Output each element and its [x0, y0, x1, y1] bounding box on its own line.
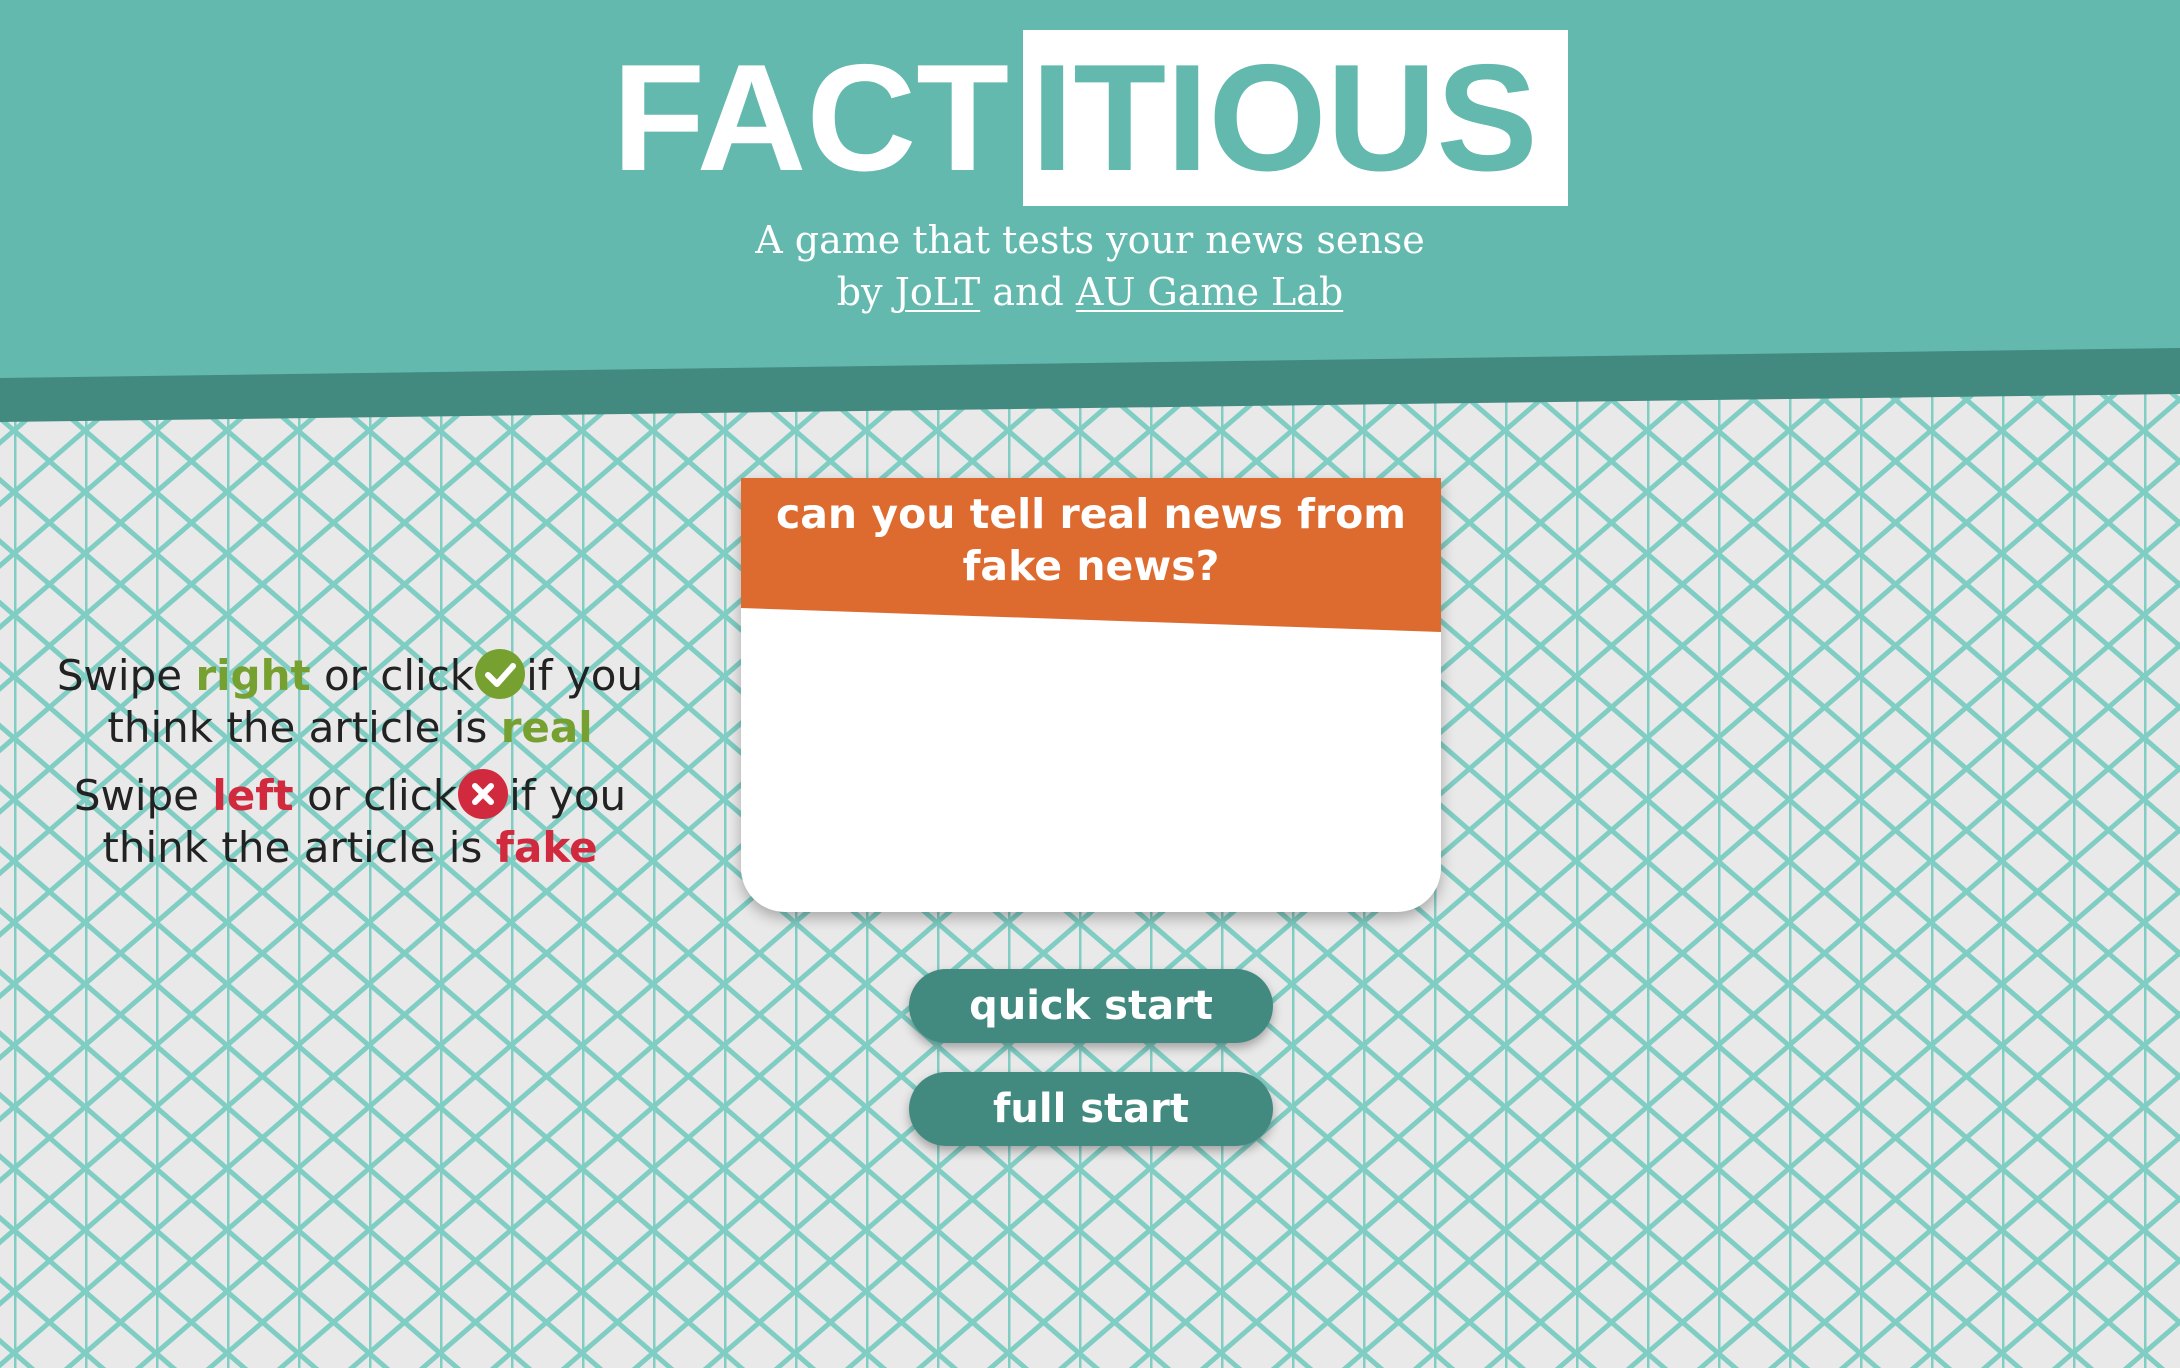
or-click-text: or click	[323, 651, 475, 700]
credits-line: by JoLT and AU Game Lab	[0, 266, 2180, 318]
instruction-fake: Swipe left or click if you think the arti…	[20, 768, 680, 874]
jolt-link[interactable]: JoLT	[895, 270, 981, 314]
think-text: think the article is	[102, 823, 483, 872]
or-click-text: or click	[306, 771, 458, 820]
instruction-real: Swipe right or click if you think the art…	[20, 648, 680, 754]
swipe-text: Swipe	[73, 771, 200, 820]
verdict-fake: fake	[495, 823, 598, 872]
logo-text-itious: ITIOUS	[1023, 30, 1568, 206]
if-you-text: if you	[509, 771, 627, 820]
credit-by: by	[836, 270, 883, 314]
quick-start-button[interactable]: quick start	[909, 969, 1273, 1043]
credit-and: and	[992, 270, 1064, 314]
card-title: can you tell real news from fake news?	[775, 490, 1407, 590]
verdict-real: real	[500, 703, 593, 752]
au-game-lab-link[interactable]: AU Game Lab	[1076, 270, 1343, 314]
x-circle-icon	[458, 769, 509, 819]
logo-text-fact: FACT	[612, 33, 1010, 203]
logo: FACT ITIOUS	[0, 30, 2180, 206]
if-you-text: if you	[526, 651, 644, 700]
swipe-text: Swipe	[56, 651, 183, 700]
think-text: think the article is	[107, 703, 488, 752]
direction-right: right	[195, 651, 311, 700]
header-banner: FACT ITIOUS A game that tests your news s…	[0, 0, 2180, 378]
tagline-text: A game that tests your news sense	[755, 218, 1425, 262]
direction-left: left	[212, 771, 294, 820]
tagline: A game that tests your news sense by JoL…	[0, 214, 2180, 318]
instruction-card: can you tell real news from fake news?	[741, 478, 1441, 912]
full-start-button[interactable]: full start	[909, 1072, 1273, 1146]
check-circle-icon	[475, 649, 526, 699]
